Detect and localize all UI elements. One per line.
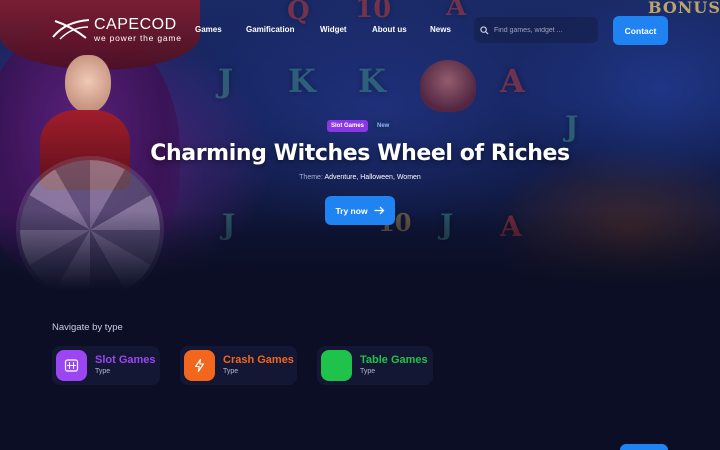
nav-games[interactable]: Games (195, 25, 222, 34)
reel-symbol: K (288, 62, 316, 100)
tag-slot-games: Slot Games (327, 120, 369, 132)
nav-gamification[interactable]: Gamification (246, 25, 294, 34)
hero-title: Charming Witches Wheel of Riches (150, 141, 570, 166)
search-icon (480, 25, 489, 35)
reel-symbol: J (218, 62, 234, 100)
tag-new: New (373, 120, 394, 132)
site-header: CAPECOD we power the game Games Gamifica… (0, 0, 720, 60)
lightning-icon (184, 350, 215, 381)
type-name: Slot Games (95, 354, 156, 366)
skull-symbol-illustration (420, 60, 476, 112)
type-card-table-games[interactable]: Table Games Type (317, 346, 433, 385)
type-sub: Type (223, 368, 239, 375)
brand-name: CAPECOD (94, 16, 177, 33)
arrow-right-icon (374, 206, 384, 215)
nav-about-us[interactable]: About us (372, 25, 407, 34)
type-card-crash-games[interactable]: Crash Games Type (180, 346, 297, 385)
partial-blue-button[interactable] (620, 444, 668, 450)
search-input[interactable] (494, 26, 594, 34)
type-sub: Type (95, 368, 111, 375)
nav-news[interactable]: News (430, 25, 451, 34)
try-now-button[interactable]: Try now (325, 196, 395, 225)
reel-symbol: K (358, 62, 386, 100)
game-tags: Slot Games New (327, 120, 394, 132)
reel-symbol: J (565, 110, 579, 143)
try-now-label: Try now (335, 205, 368, 216)
type-sub: Type (360, 368, 376, 375)
theme-line: Theme: Adventure, Halloween, Women (0, 174, 720, 181)
table-icon (321, 350, 352, 381)
brand-tagline: we power the game (94, 33, 182, 43)
search-box[interactable] (474, 17, 598, 43)
theme-values: Adventure, Halloween, Women (324, 174, 421, 181)
type-name: Table Games (360, 354, 428, 366)
theme-label: Theme: (299, 174, 323, 181)
type-name: Crash Games (223, 354, 294, 366)
capecod-logo-icon (52, 19, 90, 40)
contact-button[interactable]: Contact (613, 16, 668, 45)
reel-symbol: A (500, 62, 525, 100)
brand-logo[interactable]: CAPECOD we power the game (52, 14, 182, 44)
navigate-section-title: Navigate by type (52, 322, 123, 333)
type-card-slot-games[interactable]: Slot Games Type (52, 346, 160, 385)
witch-face-illustration (65, 55, 111, 113)
slot-machine-icon (56, 350, 87, 381)
nav-widget[interactable]: Widget (320, 25, 347, 34)
